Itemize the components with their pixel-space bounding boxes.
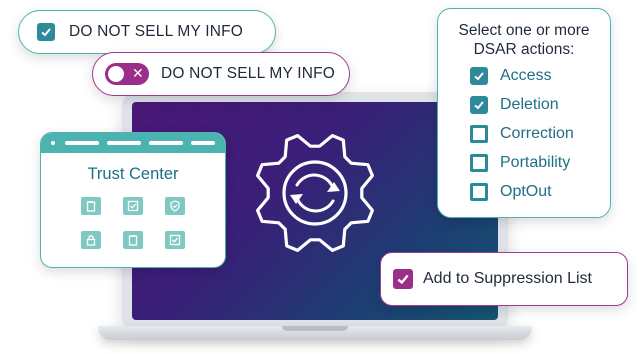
- checkbox-empty-icon[interactable]: [470, 154, 488, 172]
- title-bar-line: [65, 141, 99, 145]
- title-bar-line: [149, 141, 183, 145]
- dsar-title-line1: Select one or more: [458, 22, 590, 39]
- dsar-item-label: Access: [500, 67, 552, 84]
- check-box-icon[interactable]: [123, 197, 143, 215]
- laptop-notch: [282, 326, 348, 331]
- checkbox-empty-icon[interactable]: [470, 183, 488, 201]
- dsar-item-label: Correction: [500, 125, 574, 142]
- lock-icon[interactable]: [81, 231, 101, 249]
- trust-center-title: Trust Center: [87, 165, 179, 183]
- title-bar-line: [191, 141, 215, 145]
- dsar-title-line2: DSAR actions:: [473, 41, 575, 58]
- suppression-label: Add to Suppression List: [423, 270, 592, 287]
- window-dot: [51, 141, 55, 145]
- dsar-item-optout[interactable]: OptOut: [470, 183, 552, 201]
- close-icon: ✕: [132, 66, 144, 82]
- dsar-item-correction[interactable]: Correction: [470, 125, 574, 143]
- toggle-knob: [108, 66, 124, 82]
- dsar-item-deletion[interactable]: Deletion: [470, 96, 559, 114]
- do-not-sell-checkbox-pill[interactable]: DO NOT SELL MY INFO: [18, 10, 276, 54]
- clipboard-icon[interactable]: [81, 197, 101, 215]
- toggle-switch[interactable]: ✕: [105, 63, 149, 85]
- dsar-actions-card: Select one or more DSAR actions: Access …: [437, 8, 611, 218]
- dsar-item-label: Portability: [500, 154, 571, 171]
- check-box-icon[interactable]: [165, 231, 185, 249]
- window-title-bar: [41, 133, 225, 153]
- dsar-item-portability[interactable]: Portability: [470, 154, 570, 172]
- do-not-sell-label: DO NOT SELL MY INFO: [69, 23, 244, 40]
- checkbox-checked-icon[interactable]: [37, 23, 55, 41]
- gear-sync-icon: [256, 134, 374, 252]
- add-to-suppression-card[interactable]: Add to Suppression List: [380, 252, 628, 306]
- dsar-item-access[interactable]: Access: [470, 67, 552, 85]
- trust-center-window: Trust Center: [40, 132, 226, 268]
- dsar-item-label: OptOut: [500, 183, 552, 200]
- title-bar-line: [107, 141, 141, 145]
- checkbox-empty-icon[interactable]: [470, 125, 488, 143]
- checkbox-checked-icon[interactable]: [470, 67, 488, 85]
- checkbox-checked-icon[interactable]: [393, 269, 413, 289]
- dsar-title: Select one or more DSAR actions:: [438, 21, 610, 59]
- dsar-item-label: Deletion: [500, 96, 559, 113]
- shield-check-icon[interactable]: [165, 197, 185, 215]
- clipboard-icon[interactable]: [123, 231, 143, 249]
- checkbox-checked-icon[interactable]: [470, 96, 488, 114]
- do-not-sell-toggle-pill[interactable]: ✕ DO NOT SELL MY INFO: [92, 52, 350, 96]
- do-not-sell-toggle-label: DO NOT SELL MY INFO: [161, 65, 336, 82]
